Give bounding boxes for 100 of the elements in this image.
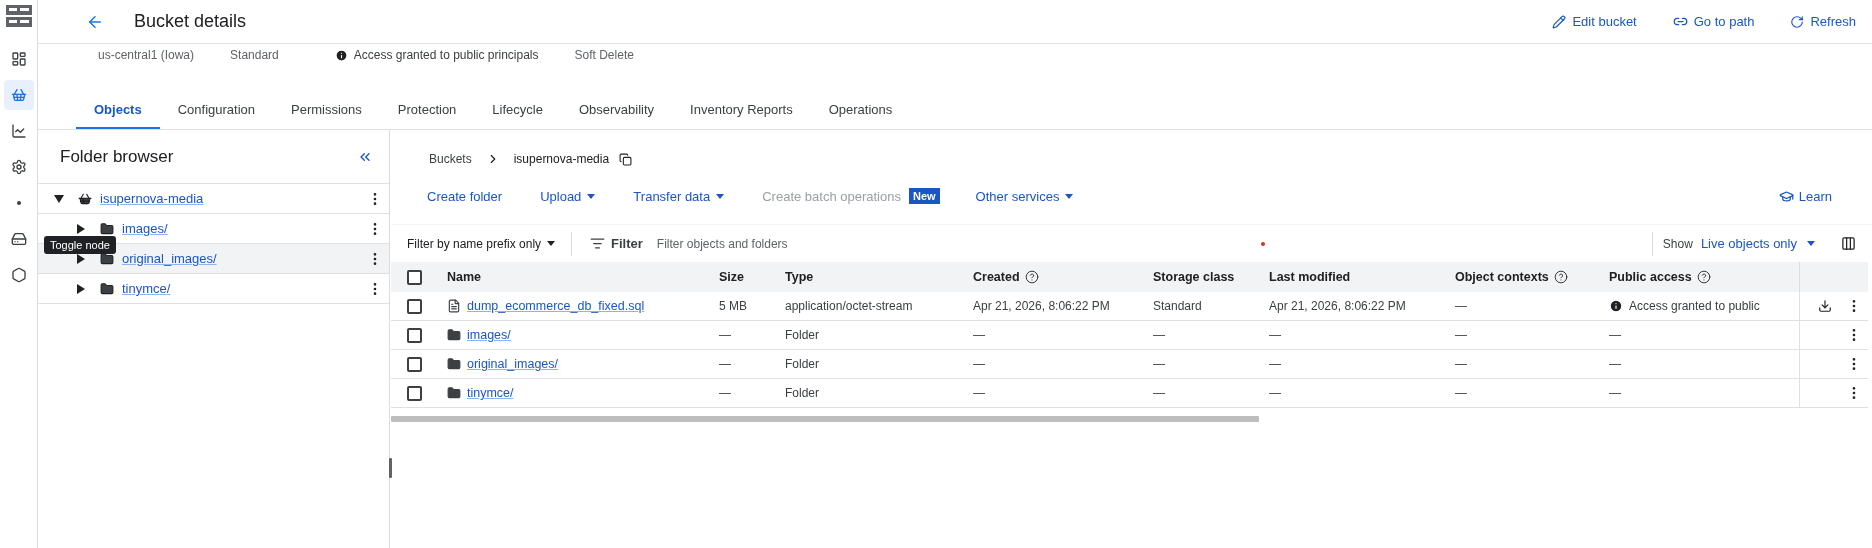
columns-icon[interactable] [1841, 236, 1856, 251]
show-dropdown[interactable]: Live objects only [1700, 236, 1841, 251]
table-cell: — [1455, 386, 1467, 400]
tree-item-link[interactable]: isupernova-media [100, 191, 367, 206]
object-link[interactable]: dump_ecommerce_db_fixed.sql [467, 299, 645, 313]
tree-row[interactable]: isupernova-media [38, 184, 389, 214]
column-header: Name [447, 270, 482, 284]
tab[interactable]: Inventory Reports [672, 95, 811, 129]
breadcrumb-link[interactable]: Buckets [429, 152, 472, 166]
settings-icon [10, 159, 27, 175]
object-link[interactable]: tinymce/ [467, 386, 514, 400]
tab[interactable]: Protection [379, 95, 475, 129]
storage-class-text: Standard [230, 48, 279, 62]
caret-icon [1807, 241, 1815, 246]
checkbox[interactable] [407, 385, 422, 401]
rail-button[interactable] [3, 80, 34, 110]
table-cell: — [719, 386, 731, 400]
filter-mode-dropdown[interactable]: Filter by name prefix only [407, 231, 573, 256]
header-action[interactable]: Refresh [1790, 14, 1856, 29]
location-text: us-central1 (Iowa) [98, 48, 195, 62]
table-cell: Folder [785, 386, 819, 400]
column-header: Object contexts [1455, 270, 1549, 284]
header-action[interactable]: Edit bucket [1552, 14, 1637, 29]
tab[interactable]: Observability [560, 95, 673, 129]
table-cell: — [1153, 328, 1165, 342]
column-header: Size [719, 270, 744, 284]
tab[interactable]: Permissions [273, 95, 380, 129]
drive-icon [10, 231, 27, 247]
caret-icon [1065, 193, 1074, 199]
tooltip: Toggle node [44, 236, 116, 254]
checkbox[interactable] [407, 298, 422, 314]
table-cell: Apr 21, 2026, 8:06:22 PM [1269, 299, 1406, 313]
toolbar-button[interactable]: Upload [540, 188, 596, 204]
table-cell: Access granted to public [1629, 299, 1760, 313]
tab[interactable]: Configuration [159, 95, 273, 129]
table-cell: Standard [1153, 299, 1202, 313]
column-header: Storage class [1153, 270, 1235, 284]
graduation-cap-icon [1778, 188, 1794, 204]
table-cell: — [1153, 357, 1165, 371]
folder-icon [447, 328, 461, 342]
checkbox[interactable] [407, 327, 422, 343]
table-cell: — [1455, 299, 1467, 313]
toolbar-button[interactable]: Other services [975, 188, 1074, 204]
copy-icon[interactable] [619, 152, 633, 166]
table-cell: — [1609, 328, 1621, 342]
table-cell: — [1609, 386, 1621, 400]
public-access-text: Access granted to public principals [353, 48, 539, 62]
column-header: Last modified [1269, 270, 1351, 284]
table-cell: — [1609, 357, 1621, 371]
table-cell: 5 MB [719, 299, 747, 313]
table-cell: — [973, 328, 985, 342]
folder-icon [447, 386, 461, 400]
hexagon-icon [10, 267, 27, 283]
table-cell: — [973, 386, 985, 400]
info-icon [1609, 299, 1623, 313]
folder-icon [100, 251, 114, 266]
bucket-icon [10, 87, 27, 103]
table-cell: — [1269, 357, 1281, 371]
scrollbar[interactable] [391, 416, 1259, 422]
tab[interactable]: Operations [810, 95, 911, 129]
protection-text: Soft Delete [574, 48, 634, 62]
pencil-icon [1552, 14, 1567, 29]
tab[interactable]: Objects [76, 95, 160, 129]
tree-item-link[interactable]: tinymce/ [122, 281, 367, 296]
download-icon[interactable] [1818, 299, 1832, 313]
breadcrumb-link[interactable]: isupernova-media [513, 152, 610, 166]
table-cell: Apr 21, 2026, 8:06:22 PM [973, 299, 1110, 313]
folder-icon [100, 281, 114, 296]
toolbar-button[interactable]: Create folder [427, 188, 503, 204]
page-title: Bucket details [134, 11, 248, 32]
header-action[interactable]: Go to path [1672, 14, 1755, 29]
object-link[interactable]: images/ [467, 328, 511, 342]
checkbox[interactable] [407, 269, 422, 285]
caret-icon [716, 193, 725, 199]
caret-icon [587, 193, 596, 199]
caret-icon [547, 241, 556, 246]
chart-icon [10, 123, 27, 139]
table-cell: — [1455, 328, 1467, 342]
help-icon[interactable] [1553, 270, 1568, 284]
bucket-icon [78, 191, 92, 206]
tree-row[interactable]: tinymce/ [38, 274, 389, 304]
toolbar-button[interactable]: Transfer data [633, 188, 725, 204]
table-cell: application/octet-stream [785, 299, 913, 313]
learn-button[interactable]: Learn [1778, 188, 1832, 204]
folder-icon [100, 221, 114, 236]
table-cell: — [1269, 386, 1281, 400]
table-cell: — [719, 328, 731, 342]
checkbox[interactable] [407, 356, 422, 372]
help-icon[interactable] [1024, 270, 1039, 284]
object-link[interactable]: original_images/ [467, 357, 559, 371]
help-icon[interactable] [1696, 270, 1711, 284]
dashboard-icon [10, 51, 27, 67]
resize-handle[interactable] [389, 458, 392, 478]
tab[interactable]: Lifecycle [474, 95, 561, 129]
tree-item-link[interactable]: original_images/ [122, 251, 367, 266]
app-logo[interactable] [3, 2, 34, 30]
table-cell: Folder [785, 328, 819, 342]
dot-mark [1260, 241, 1265, 246]
info-icon [334, 48, 348, 62]
tree-item-link[interactable]: images/ [122, 221, 367, 236]
